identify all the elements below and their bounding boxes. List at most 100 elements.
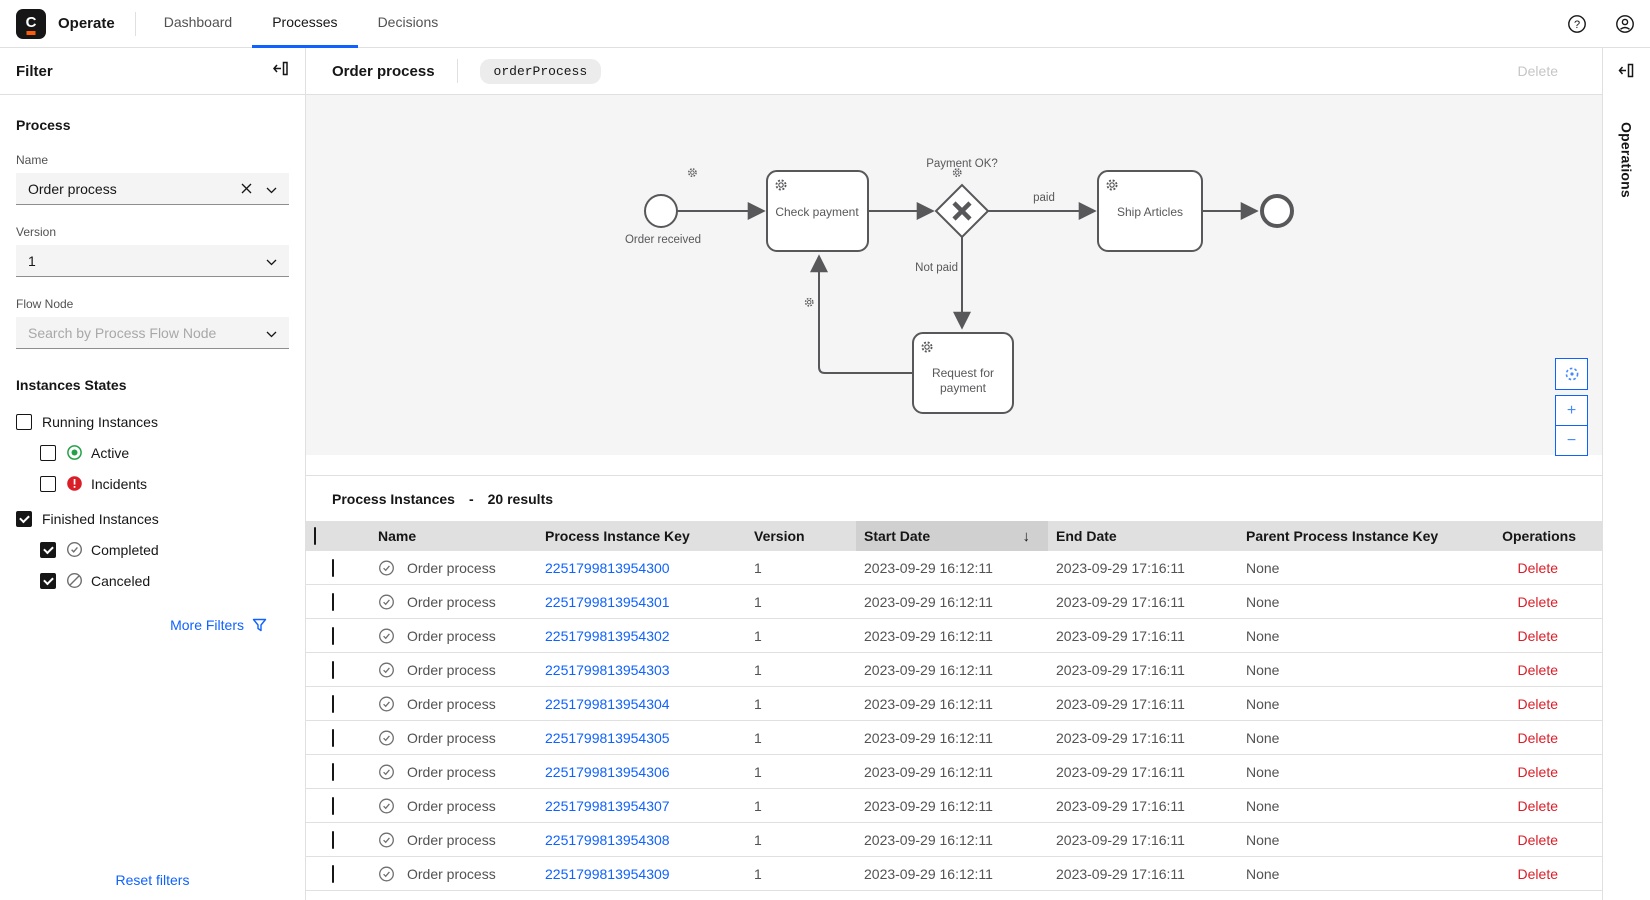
active-checkbox[interactable] bbox=[40, 445, 56, 461]
flow-node-select[interactable] bbox=[16, 317, 289, 349]
instance-parent-key: None bbox=[1238, 764, 1480, 780]
incidents-label: Incidents bbox=[91, 476, 147, 492]
process-id-badge: orderProcess bbox=[480, 59, 602, 84]
instance-key-link[interactable]: 2251799813954307 bbox=[545, 798, 670, 814]
delete-instance-button[interactable]: Delete bbox=[1518, 866, 1558, 882]
column-header-key[interactable]: Process Instance Key bbox=[537, 528, 746, 544]
instance-key-link[interactable]: 2251799813954306 bbox=[545, 764, 670, 780]
nav-tab-processes[interactable]: Processes bbox=[252, 0, 357, 48]
more-filters-button[interactable]: More Filters bbox=[16, 617, 289, 633]
help-icon[interactable]: ? bbox=[1566, 13, 1588, 35]
column-header-version[interactable]: Version bbox=[746, 528, 856, 544]
camunda-logo: C bbox=[16, 9, 46, 39]
reset-filters-link[interactable]: Reset filters bbox=[0, 872, 305, 888]
row-checkbox[interactable] bbox=[332, 865, 334, 883]
row-checkbox[interactable] bbox=[332, 627, 334, 645]
diagram-zoom-out-button[interactable]: − bbox=[1555, 425, 1588, 456]
instance-key-link[interactable]: 2251799813954305 bbox=[545, 730, 670, 746]
delete-instance-button[interactable]: Delete bbox=[1518, 832, 1558, 848]
row-checkbox[interactable] bbox=[332, 695, 334, 713]
row-checkbox[interactable] bbox=[332, 763, 334, 781]
delete-instance-button[interactable]: Delete bbox=[1518, 628, 1558, 644]
sort-descending-icon[interactable]: ↓ bbox=[1023, 528, 1031, 545]
flow-node-chevron-down-icon[interactable] bbox=[266, 325, 277, 341]
delete-instance-button[interactable]: Delete bbox=[1518, 798, 1558, 814]
operations-panel-collapsed: Operations bbox=[1602, 48, 1650, 900]
bpmn-task-ship-articles[interactable]: Ship Articles bbox=[954, 169, 1202, 251]
expand-operations-panel-icon[interactable] bbox=[1618, 62, 1635, 84]
process-title: Order process bbox=[332, 63, 435, 80]
instance-key-link[interactable]: 2251799813954300 bbox=[545, 560, 670, 576]
instance-completed-icon bbox=[378, 695, 395, 712]
column-header-end-date[interactable]: End Date bbox=[1048, 528, 1238, 544]
instance-row: Order process 2251799813954300 1 2023-09… bbox=[306, 551, 1602, 585]
canceled-checkbox[interactable] bbox=[40, 573, 56, 589]
instance-parent-key: None bbox=[1238, 798, 1480, 814]
completed-checkbox[interactable] bbox=[40, 542, 56, 558]
instance-parent-key: None bbox=[1238, 696, 1480, 712]
instances-title-dash: - bbox=[469, 491, 474, 507]
instance-key-link[interactable]: 2251799813954303 bbox=[545, 662, 670, 678]
row-checkbox[interactable] bbox=[332, 593, 334, 611]
bpmn-task-check-payment[interactable]: Check payment bbox=[689, 169, 868, 251]
delete-instance-button[interactable]: Delete bbox=[1518, 730, 1558, 746]
bpmn-start-label: Order received bbox=[625, 234, 701, 246]
row-checkbox[interactable] bbox=[332, 831, 334, 849]
running-instances-checkbox[interactable] bbox=[16, 414, 32, 430]
delete-instance-button[interactable]: Delete bbox=[1518, 662, 1558, 678]
instance-version: 1 bbox=[746, 560, 856, 576]
diagram-zoom-in-button[interactable]: + bbox=[1555, 395, 1588, 426]
row-checkbox[interactable] bbox=[332, 729, 334, 747]
instance-end-date: 2023-09-29 17:16:11 bbox=[1048, 832, 1238, 848]
instance-parent-key: None bbox=[1238, 560, 1480, 576]
incidents-checkbox[interactable] bbox=[40, 476, 56, 492]
bpmn-diagram-canvas[interactable]: Order received Check payment Payment OK? bbox=[306, 95, 1602, 455]
nav-tab-decisions[interactable]: Decisions bbox=[358, 0, 459, 48]
instance-key-link[interactable]: 2251799813954304 bbox=[545, 696, 670, 712]
instances-states-title: Instances States bbox=[16, 377, 289, 393]
name-chevron-down-icon[interactable] bbox=[266, 181, 277, 197]
instance-completed-icon bbox=[378, 627, 395, 644]
bpmn-end-event[interactable] bbox=[1262, 196, 1292, 226]
instance-row: Order process 2251799813954306 1 2023-09… bbox=[306, 755, 1602, 789]
instance-name: Order process bbox=[407, 832, 496, 848]
bpmn-start-event[interactable]: Order received bbox=[625, 195, 701, 246]
version-select[interactable]: 1 bbox=[16, 245, 289, 277]
instance-name: Order process bbox=[407, 560, 496, 576]
clear-name-icon[interactable] bbox=[241, 181, 252, 197]
panel-splitter[interactable] bbox=[306, 455, 1602, 476]
nav-tab-dashboard[interactable]: Dashboard bbox=[144, 0, 253, 48]
logo-letter: C bbox=[26, 15, 37, 30]
delete-instance-button[interactable]: Delete bbox=[1518, 696, 1558, 712]
instance-start-date: 2023-09-29 16:12:11 bbox=[856, 560, 1048, 576]
column-header-name[interactable]: Name bbox=[370, 528, 537, 544]
svg-text:?: ? bbox=[1574, 19, 1580, 31]
collapse-filter-panel-icon[interactable] bbox=[272, 60, 289, 82]
row-checkbox[interactable] bbox=[332, 661, 334, 679]
logo-orange-mark bbox=[27, 31, 36, 35]
instance-completed-icon bbox=[378, 763, 395, 780]
instance-key-link[interactable]: 2251799813954309 bbox=[545, 866, 670, 882]
version-chevron-down-icon[interactable] bbox=[266, 253, 277, 269]
column-header-start-date[interactable]: Start Date ↓ bbox=[856, 521, 1048, 551]
delete-instance-button[interactable]: Delete bbox=[1518, 594, 1558, 610]
user-icon[interactable] bbox=[1614, 13, 1636, 35]
process-name-select[interactable]: Order process bbox=[16, 173, 289, 205]
row-checkbox[interactable] bbox=[332, 559, 334, 577]
instance-key-link[interactable]: 2251799813954302 bbox=[545, 628, 670, 644]
process-name-value: Order process bbox=[28, 181, 241, 197]
select-all-checkbox[interactable] bbox=[314, 527, 316, 545]
column-header-parent-key[interactable]: Parent Process Instance Key bbox=[1238, 528, 1480, 544]
row-checkbox[interactable] bbox=[332, 797, 334, 815]
flow-node-input[interactable] bbox=[28, 325, 266, 341]
instance-key-link[interactable]: 2251799813954301 bbox=[545, 594, 670, 610]
delete-instance-button[interactable]: Delete bbox=[1518, 560, 1558, 576]
diagram-reset-view-button[interactable] bbox=[1555, 358, 1588, 390]
instance-key-link[interactable]: 2251799813954308 bbox=[545, 832, 670, 848]
delete-instance-button[interactable]: Delete bbox=[1518, 764, 1558, 780]
instance-row: Order process 2251799813954303 1 2023-09… bbox=[306, 653, 1602, 687]
delete-process-button[interactable]: Delete bbox=[1518, 63, 1558, 79]
bpmn-gateway-payment-ok[interactable]: Payment OK? bbox=[926, 158, 998, 237]
bpmn-task-request-payment[interactable]: Request for payment bbox=[806, 299, 1013, 413]
finished-instances-checkbox[interactable] bbox=[16, 511, 32, 527]
